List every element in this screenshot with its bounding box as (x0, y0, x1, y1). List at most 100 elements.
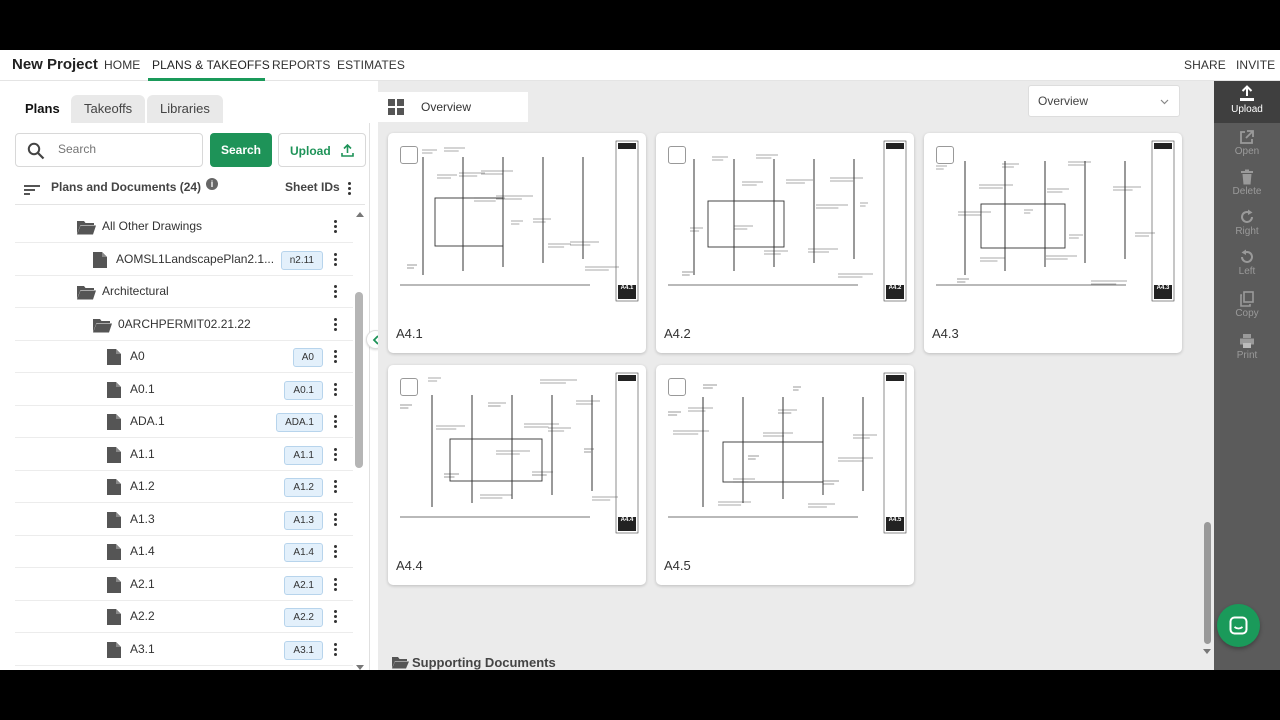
nav-plans-takeoffs[interactable]: PLANS & TAKEOFFS (152, 58, 270, 72)
nav-estimates[interactable]: ESTIMATES (337, 58, 405, 72)
tree-file-row[interactable]: AOMSL1LandscapePlan2.1... n2.11 (15, 244, 353, 276)
sheet-ids-label: Sheet IDs (285, 180, 340, 194)
toolbar-print-label: Print (1236, 350, 1258, 361)
view-select[interactable]: Overview (1028, 85, 1180, 117)
sheet-card[interactable]: A4.3 A4.3 (924, 133, 1182, 353)
row-more-icon[interactable] (334, 642, 338, 657)
sheet-checkbox[interactable] (400, 146, 418, 164)
sheet-card[interactable]: A4.4 A4.4 (388, 365, 646, 585)
tree-scroll-down[interactable] (356, 665, 364, 670)
row-more-icon[interactable] (334, 220, 338, 234)
row-more-icon[interactable] (334, 317, 338, 332)
main-scroll-down[interactable] (1203, 649, 1211, 654)
toolbar-delete-button[interactable]: Delete (1214, 165, 1280, 207)
tree-row-label: ADA.1 (130, 414, 165, 428)
row-more-icon[interactable] (334, 447, 338, 462)
sheet-stamp: A4.1 (620, 285, 634, 291)
nav-home[interactable]: HOME (104, 58, 140, 72)
search-input[interactable] (58, 142, 198, 156)
header-more-icon[interactable] (348, 182, 352, 196)
sheet-checkbox[interactable] (936, 146, 954, 164)
sheet-thumbnail (658, 135, 912, 305)
tree-file-row[interactable]: A2.2 A2.2 (15, 601, 353, 633)
row-more-icon[interactable] (334, 545, 338, 559)
tree-file-row[interactable]: A1.1 A1.1 (15, 439, 353, 471)
sheet-grid: Supporting Documents A4.1 A4.1 A4.2 A4.2 A4.… (378, 125, 1198, 670)
sheet-id-badge: A2.1 (284, 575, 323, 595)
tree-row-label: A1.3 (130, 511, 155, 526)
tree-file-row[interactable]: A1.4 A1.4 (15, 536, 353, 568)
sort-icon[interactable] (24, 184, 40, 196)
upload-button[interactable]: Upload (278, 133, 366, 167)
toolbar-copy-label: Copy (1235, 308, 1259, 319)
search-button[interactable]: Search (210, 133, 272, 167)
tree-row-label: All Other Drawings (102, 219, 203, 233)
toolbar-upload-label: Upload (1231, 104, 1263, 115)
folder-open-icon (93, 318, 112, 332)
tree-file-row[interactable]: A0.1 A0.1 (15, 374, 353, 406)
file-icon (107, 414, 121, 430)
tree-folder-row[interactable]: Architectural (15, 276, 353, 308)
row-more-icon[interactable] (334, 252, 338, 267)
tab-libraries[interactable]: Libraries (147, 95, 223, 123)
row-more-icon[interactable] (334, 285, 338, 299)
sheet-checkbox[interactable] (400, 378, 418, 396)
top-nav: New Project HOME PLANS & TAKEOFFS REPORT… (0, 50, 1280, 81)
row-more-icon[interactable] (334, 350, 338, 364)
toolbar-copy-button[interactable]: Copy (1214, 287, 1280, 329)
sheet-id-badge: A1.2 (284, 478, 323, 497)
tree-file-row[interactable]: A1.2 A1.2 (15, 471, 353, 503)
row-more-icon[interactable] (334, 382, 338, 397)
tree-folder-row[interactable]: All Other Drawings (15, 211, 353, 243)
nav-reports[interactable]: REPORTS (272, 58, 331, 72)
toolbar-print-button[interactable]: Print (1214, 329, 1280, 371)
tree-scroll-up[interactable] (356, 212, 364, 217)
tree-row-label: A1.1 (130, 446, 155, 461)
sheet-checkbox[interactable] (668, 146, 686, 164)
sheet-stamp: A4.4 (620, 517, 634, 523)
share-link[interactable]: SHARE (1184, 58, 1226, 72)
upload-icon (1240, 85, 1254, 101)
sheet-card[interactable]: A4.1 A4.1 (388, 133, 646, 353)
info-icon[interactable]: i (206, 178, 218, 190)
tab-takeoffs[interactable]: Takeoffs (71, 95, 146, 123)
sheet-thumbnail (658, 367, 912, 537)
folder-open-icon (77, 221, 96, 235)
sheet-checkbox[interactable] (668, 378, 686, 396)
row-more-icon[interactable] (334, 415, 338, 429)
tree-header: Plans and Documents (24) i Sheet IDs (15, 177, 365, 205)
toolbar-upload-button[interactable]: Upload (1214, 81, 1280, 123)
sheet-card[interactable]: A4.2 A4.2 (656, 133, 914, 353)
row-more-icon[interactable] (334, 577, 338, 592)
sheet-thumbnail (390, 135, 644, 305)
tree-file-row[interactable]: ADA.1 ADA.1 (15, 406, 353, 438)
open-external-icon (1240, 130, 1254, 144)
main-scrollbar[interactable] (1204, 522, 1211, 644)
tree-file-row[interactable]: A0 A0 (15, 341, 353, 373)
sheet-title: A4.4 (396, 558, 423, 573)
sheet-id-badge: A2.2 (284, 608, 323, 627)
tree-row-label: A0 (130, 349, 145, 363)
invite-link[interactable]: INVITE (1236, 58, 1275, 72)
tree-row-label: 0ARCHPERMIT02.21.22 (118, 316, 251, 331)
file-icon (107, 511, 121, 528)
tree-row-label: Architectural (102, 284, 169, 298)
tab-plans[interactable]: Plans (12, 95, 73, 123)
tree-folder-row[interactable]: 0ARCHPERMIT02.21.22 (15, 309, 353, 341)
row-more-icon[interactable] (334, 480, 338, 494)
overview-tab[interactable]: Overview (378, 92, 528, 122)
toolbar-rotate-left-button[interactable]: Left (1214, 245, 1280, 287)
row-more-icon[interactable] (334, 610, 338, 624)
toolbar-rotate-right-button[interactable]: Right (1214, 205, 1280, 247)
toolbar-open-button[interactable]: Open (1214, 125, 1280, 167)
chat-support-button[interactable] (1217, 604, 1260, 647)
sheet-id-badge: A0 (292, 348, 323, 367)
tree-file-row[interactable]: A3.1 A3.1 (15, 634, 353, 666)
tree-file-row[interactable]: A2.1 A2.1 (15, 569, 353, 601)
tree-scrollbar[interactable] (355, 292, 363, 468)
tree-row-label: A0.1 (130, 381, 155, 396)
tree-file-row[interactable]: A1.3 A1.3 (15, 504, 353, 536)
row-more-icon[interactable] (334, 512, 338, 527)
sheet-card[interactable]: A4.5 A4.5 (656, 365, 914, 585)
main-area: Overview Overview Supporting Documents A… (378, 81, 1214, 670)
